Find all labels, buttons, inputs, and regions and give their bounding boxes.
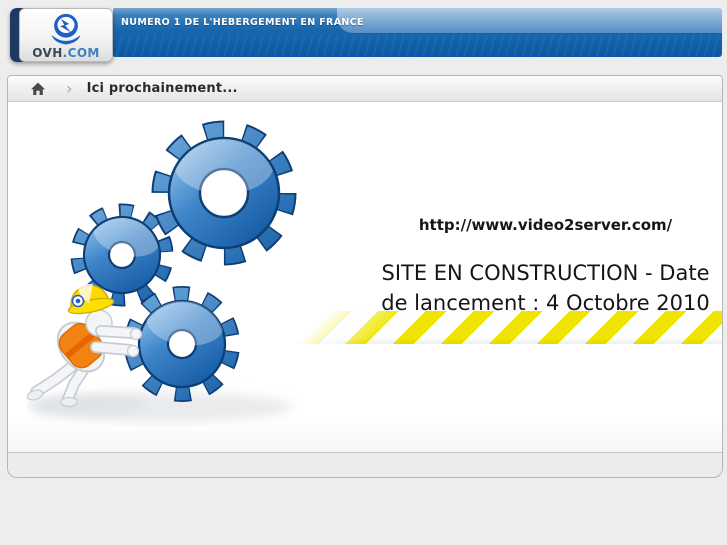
ovh-logo-link[interactable]: OVH.COM <box>10 8 113 62</box>
banner-slogan: NUMERO 1 DE L'HEBERGEMENT EN FRANCE <box>121 17 364 28</box>
home-icon[interactable] <box>30 81 46 97</box>
logo-brand: OVH <box>32 45 63 60</box>
panel-footer <box>8 452 722 477</box>
gear-bottom <box>124 286 240 402</box>
construction-page: { "header": { "logo": { "brand": "OVH", … <box>0 0 727 545</box>
chevron-right-icon: › <box>66 78 73 98</box>
announcement-block: http://www.video2server.com/ SITE EN CON… <box>358 216 722 318</box>
gear-large <box>151 120 297 266</box>
ovh-logo-text: OVH.COM <box>32 46 100 60</box>
gears-worker-illustration <box>26 120 297 422</box>
breadcrumb: › Ici prochainement... <box>8 76 722 102</box>
main-content: http://www.video2server.com/ SITE EN CON… <box>8 102 722 452</box>
header-banner: NUMERO 1 DE L'HEBERGEMENT EN FRANCE <box>113 8 722 57</box>
ovh-logo-card: OVH.COM <box>19 8 113 62</box>
construction-heading-line2: de lancement : 4 Octobre 2010 <box>381 291 710 315</box>
construction-heading-line1: SITE EN CONSTRUCTION - Date <box>381 261 710 285</box>
content-panel: › Ici prochainement... http://www.video2… <box>7 75 723 478</box>
ovh-emblem-icon <box>51 13 81 44</box>
banner-tab-decoration <box>337 8 722 33</box>
site-url-text: http://www.video2server.com/ <box>418 216 673 234</box>
logo-brand-suffix: .COM <box>62 45 100 60</box>
breadcrumb-label: Ici prochainement... <box>86 81 238 96</box>
